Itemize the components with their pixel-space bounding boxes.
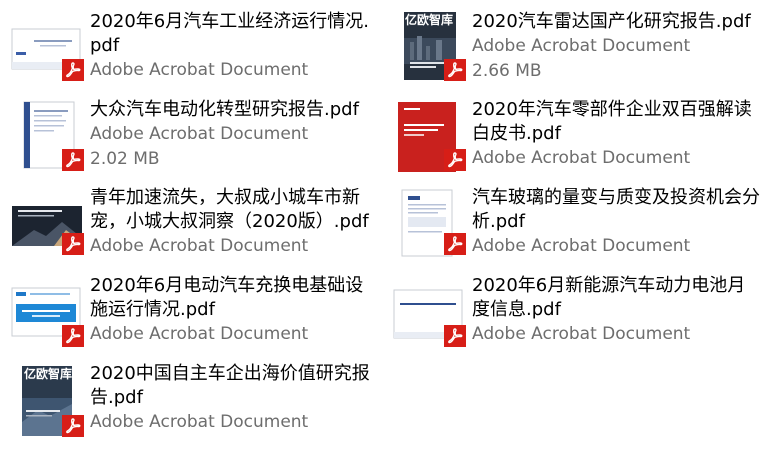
pdf-thumbnail (392, 186, 474, 266)
pdf-thumbnail (10, 186, 92, 266)
pdf-thumbnail: 亿欧智库 (10, 362, 92, 442)
file-type: Adobe Acrobat Document (472, 324, 691, 344)
file-name: 2020汽车雷达国产化研究报告.pdf (472, 11, 751, 32)
adobe-acrobat-icon (62, 233, 84, 255)
pdf-thumbnail (10, 10, 92, 90)
file-type: Adobe Acrobat Document (472, 148, 691, 168)
file-type: Adobe Acrobat Document (90, 124, 309, 144)
adobe-acrobat-icon (444, 59, 466, 81)
file-item[interactable]: 2020年汽车零部件企业双百强解读白皮书.pdf Adobe Acrobat D… (392, 98, 762, 182)
file-name: 2020年汽车零部件企业双百强解读白皮书.pdf (472, 99, 752, 144)
file-size: 2.66 MB (472, 61, 542, 81)
pdf-thumbnail (392, 98, 474, 178)
pdf-thumbnail (392, 274, 474, 354)
pdf-thumbnail: 亿欧智库 (392, 10, 474, 90)
file-item[interactable]: 汽车玻璃的量变与质变及投资机会分析.pdf Adobe Acrobat Docu… (392, 186, 762, 270)
file-item[interactable]: 亿欧智库 2020中国自主车企出海价值研究报告.pdf Adobe Acroba… (10, 362, 380, 446)
adobe-acrobat-icon (444, 149, 466, 171)
file-type: Adobe Acrobat Document (472, 236, 691, 256)
file-item[interactable]: 2020年6月汽车工业经济运行情况.pdf Adobe Acrobat Docu… (10, 10, 380, 94)
file-item[interactable]: 2020年6月新能源汽车动力电池月度信息.pdf Adobe Acrobat D… (392, 274, 762, 358)
adobe-acrobat-icon (62, 149, 84, 171)
file-type: Adobe Acrobat Document (90, 60, 309, 80)
cover-title: 亿欧智库 (24, 367, 73, 381)
pdf-thumbnail (10, 274, 92, 354)
file-type: Adobe Acrobat Document (90, 412, 309, 432)
file-name: 汽车玻璃的量变与质变及投资机会分析.pdf (472, 187, 760, 232)
file-name: 青年加速流失，大叔成小城车市新宠，小城大叔洞察（2020版）.pdf (90, 187, 369, 232)
adobe-acrobat-icon (444, 325, 466, 347)
adobe-acrobat-icon (62, 59, 84, 81)
file-name: 大众汽车电动化转型研究报告.pdf (90, 99, 359, 120)
file-type: Adobe Acrobat Document (90, 236, 309, 256)
file-name: 2020年6月电动汽车充换电基础设施运行情况.pdf (90, 275, 364, 320)
file-name: 2020中国自主车企出海价值研究报告.pdf (90, 363, 370, 408)
file-item[interactable]: 2020年6月电动汽车充换电基础设施运行情况.pdf Adobe Acrobat… (10, 274, 380, 358)
file-type: Adobe Acrobat Document (472, 36, 691, 56)
cover-title: 亿欧智库 (405, 13, 454, 27)
adobe-acrobat-icon (62, 415, 84, 437)
adobe-acrobat-icon (62, 325, 84, 347)
file-size: 2.02 MB (90, 149, 160, 169)
adobe-acrobat-icon (444, 233, 466, 255)
pdf-thumbnail (10, 98, 92, 178)
file-type: Adobe Acrobat Document (90, 324, 309, 344)
file-item[interactable]: 大众汽车电动化转型研究报告.pdf Adobe Acrobat Document… (10, 98, 380, 182)
file-item[interactable]: 青年加速流失，大叔成小城车市新宠，小城大叔洞察（2020版）.pdf Adobe… (10, 186, 380, 270)
file-name: 2020年6月新能源汽车动力电池月度信息.pdf (472, 275, 746, 320)
file-name: 2020年6月汽车工业经济运行情况.pdf (90, 11, 369, 56)
file-item[interactable]: 亿欧智库 2020汽车雷达国产化研究报告.pdf Adobe Acrobat D… (392, 10, 762, 94)
